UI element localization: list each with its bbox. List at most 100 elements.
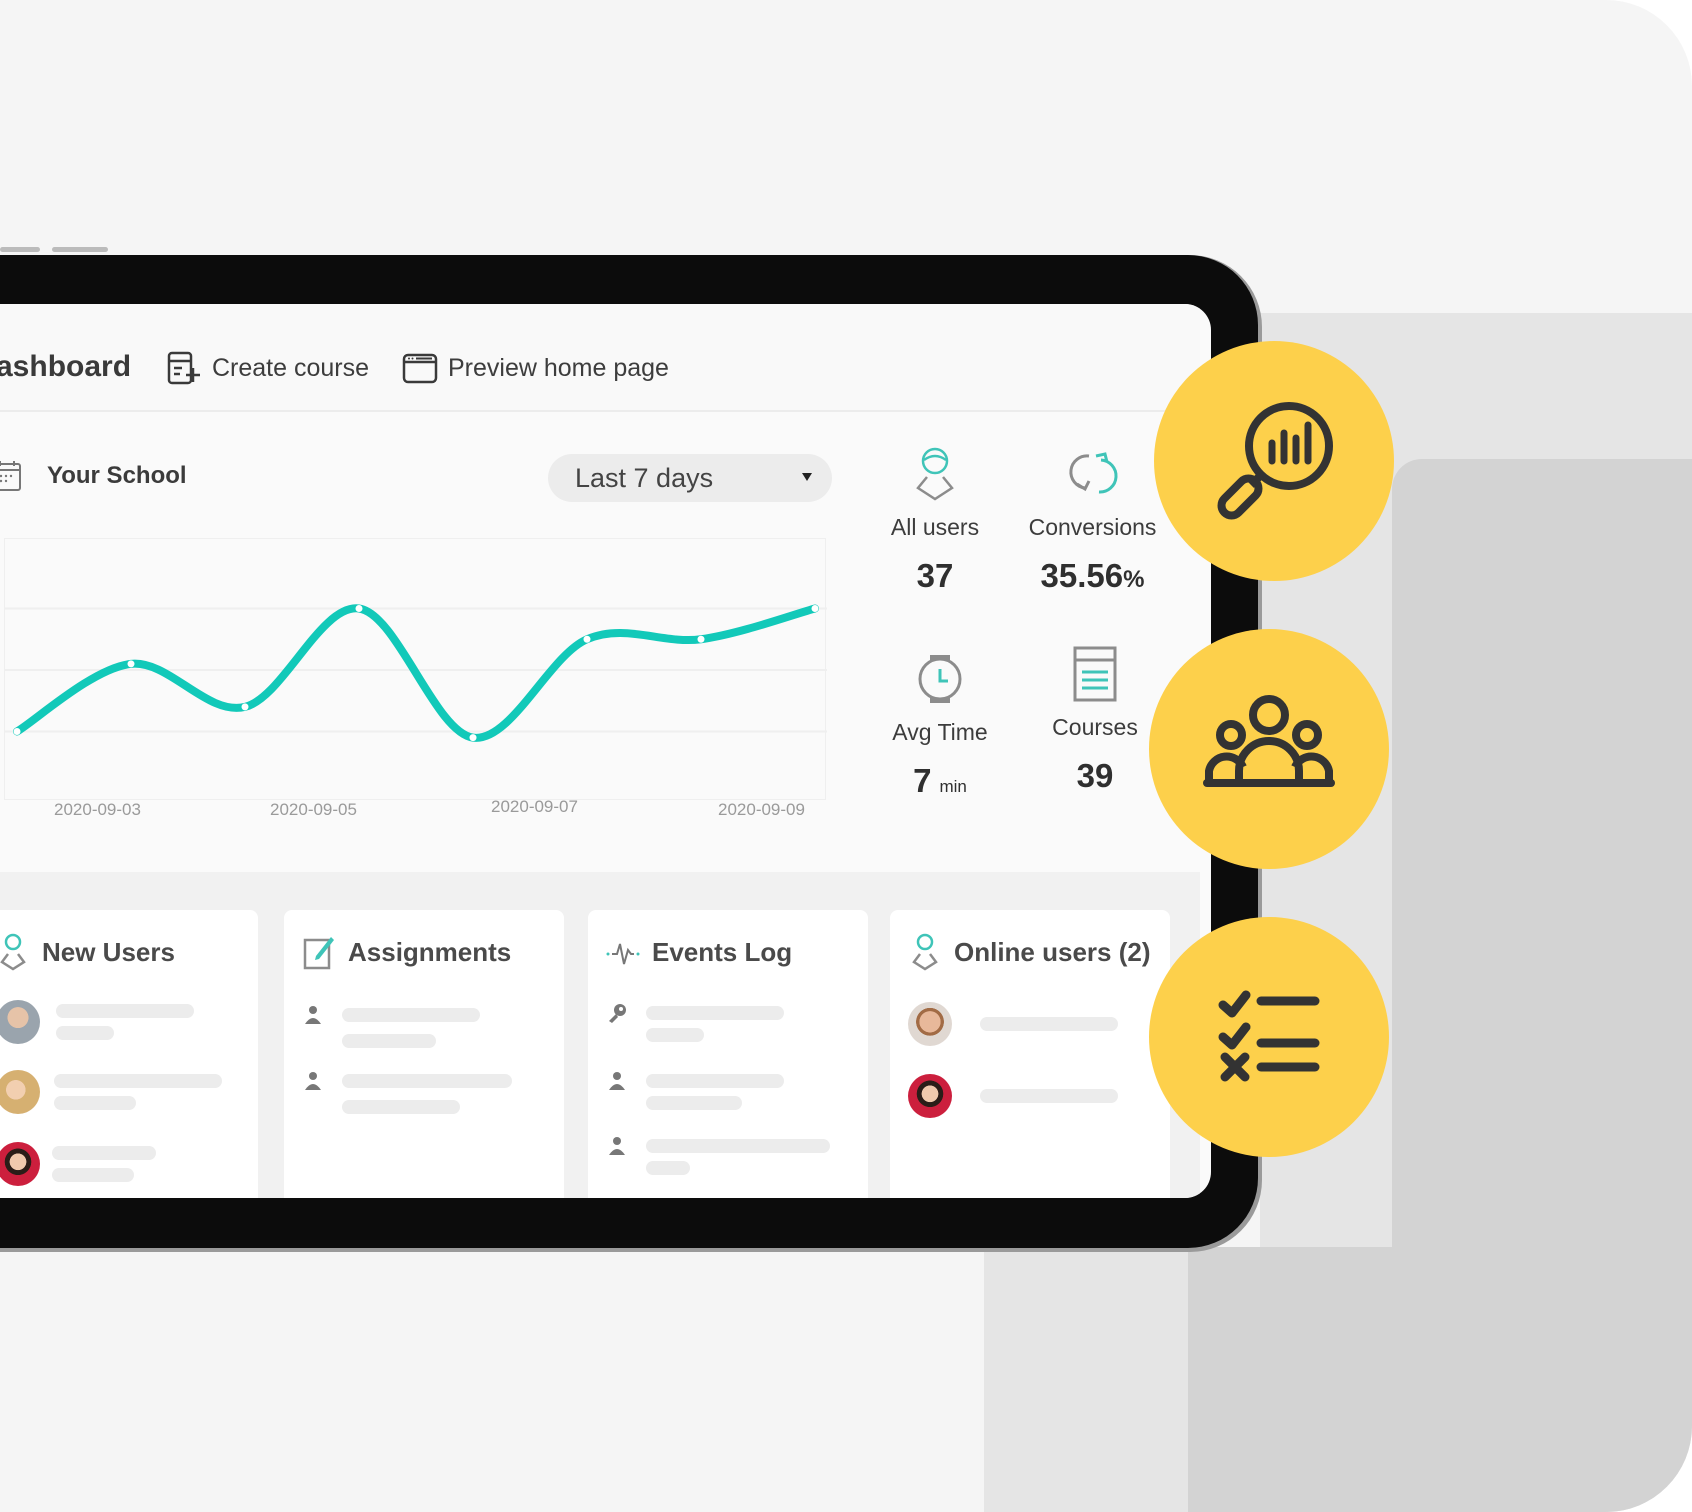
data-point[interactable]	[583, 635, 591, 643]
card-assignments[interactable]: Assignments	[284, 910, 564, 1198]
data-point[interactable]	[469, 734, 477, 742]
stat-conversions: Conversions 35.56%	[1020, 444, 1165, 595]
create-course-link[interactable]: Create course	[166, 350, 369, 386]
user-icon	[916, 447, 954, 501]
all-users-count: 37	[916, 557, 954, 594]
courses-count: 39	[1076, 757, 1114, 794]
tablet-button	[0, 247, 40, 252]
create-course-label: Create course	[212, 353, 370, 382]
data-point[interactable]	[811, 605, 819, 612]
placeholder-line	[342, 1074, 512, 1088]
person-icon	[609, 1137, 625, 1155]
list-item[interactable]	[606, 1135, 866, 1185]
avatar	[0, 1070, 40, 1114]
analytics-magnifier-icon	[1217, 402, 1333, 520]
list-item[interactable]	[606, 1070, 866, 1120]
stat-value: 39	[1040, 757, 1150, 795]
tablet-button	[52, 247, 108, 252]
activity-chart-svg	[5, 604, 827, 742]
stat-avg-time: Avg Time 7 min	[880, 649, 1000, 800]
avatar	[0, 1000, 40, 1044]
watch-icon	[918, 655, 962, 703]
pulse-icon	[606, 943, 640, 965]
browser-window-icon	[402, 353, 438, 384]
avatar	[908, 1074, 952, 1118]
stat-courses: Courses 39	[1040, 644, 1150, 795]
list-item[interactable]	[0, 1000, 256, 1050]
placeholder-line	[646, 1139, 830, 1153]
analytics-badge	[1154, 341, 1394, 581]
data-point[interactable]	[127, 660, 135, 668]
school-name: Your School	[47, 462, 187, 489]
user-icon	[912, 933, 938, 971]
checklist-icon	[1218, 990, 1320, 1082]
preview-home-link[interactable]: Preview home page	[402, 350, 669, 386]
data-point[interactable]	[355, 605, 363, 612]
list-item[interactable]	[908, 1074, 1168, 1124]
document-list-icon	[1073, 646, 1117, 702]
stat-value: 7 min	[880, 762, 1000, 800]
create-course-icon	[167, 351, 200, 385]
list-item[interactable]	[606, 1002, 866, 1052]
data-point[interactable]	[697, 635, 705, 643]
list-item[interactable]	[0, 1070, 256, 1120]
stat-label: Avg Time	[892, 719, 988, 745]
card-title: Assignments	[348, 936, 512, 967]
date-range-select[interactable]: Last 7 days	[548, 454, 832, 502]
caret-down-icon	[802, 473, 812, 481]
data-point[interactable]	[241, 703, 249, 711]
card-online-users[interactable]: Online users (2)	[890, 910, 1170, 1198]
percent-unit: %	[1123, 566, 1145, 593]
placeholder-line	[56, 1026, 114, 1040]
group-users-icon	[1203, 695, 1335, 787]
list-item[interactable]	[908, 1002, 1168, 1052]
placeholder-line	[52, 1168, 134, 1182]
list-item[interactable]	[0, 1142, 256, 1192]
stat-value: 35.56%	[1020, 557, 1165, 595]
card-header: Online users (2)	[908, 932, 1151, 972]
community-badge	[1149, 629, 1389, 869]
data-point[interactable]	[13, 728, 21, 735]
card-new-users[interactable]: New Users	[0, 910, 258, 1198]
edit-note-icon	[303, 937, 334, 970]
top-navigation: ashboard Create course Preview home page	[0, 304, 1200, 412]
time-unit: min	[939, 777, 967, 796]
placeholder-line	[54, 1074, 222, 1088]
placeholder-line	[646, 1006, 784, 1020]
placeholder-line	[980, 1017, 1118, 1031]
card-title: New Users	[42, 936, 175, 967]
placeholder-line	[342, 1100, 460, 1114]
stat-label: All users	[890, 514, 980, 540]
preview-home-label: Preview home page	[448, 353, 669, 382]
page-title: ashboard	[0, 350, 132, 383]
avg-time-value: 7	[913, 762, 932, 799]
refresh-arrows-icon	[1068, 452, 1117, 494]
person-icon	[609, 1072, 625, 1090]
placeholder-line	[52, 1146, 156, 1160]
person-icon	[305, 1006, 321, 1024]
key-icon	[609, 1004, 626, 1023]
placeholder-line	[54, 1096, 136, 1110]
placeholder-line	[342, 1008, 480, 1022]
tasks-badge	[1149, 917, 1389, 1157]
stat-label: Conversions	[1028, 514, 1157, 540]
placeholder-line	[646, 1028, 704, 1042]
stat-value: 37	[880, 557, 990, 595]
person-icon	[305, 1072, 321, 1090]
card-title: Online users (2)	[954, 936, 1151, 967]
school-filter-row: Your School Last 7 days	[0, 454, 840, 502]
card-header: Events Log	[606, 932, 792, 972]
placeholder-line	[56, 1004, 194, 1018]
widgets-area: New Users Assignments Events Log Online …	[0, 872, 1200, 1198]
list-item[interactable]	[302, 1070, 562, 1120]
card-title: Events Log	[652, 936, 793, 967]
list-item[interactable]	[302, 1004, 562, 1054]
card-header: Assignments	[302, 932, 511, 972]
x-tick-label: 2020-09-05	[270, 800, 357, 819]
stat-all-users: All users 37	[880, 444, 990, 595]
placeholder-line	[646, 1161, 690, 1175]
placeholder-line	[342, 1034, 436, 1048]
card-events-log[interactable]: Events Log	[588, 910, 868, 1198]
dashboard-screen: ashboard Create course Preview home page…	[0, 304, 1211, 1198]
placeholder-line	[646, 1074, 784, 1088]
